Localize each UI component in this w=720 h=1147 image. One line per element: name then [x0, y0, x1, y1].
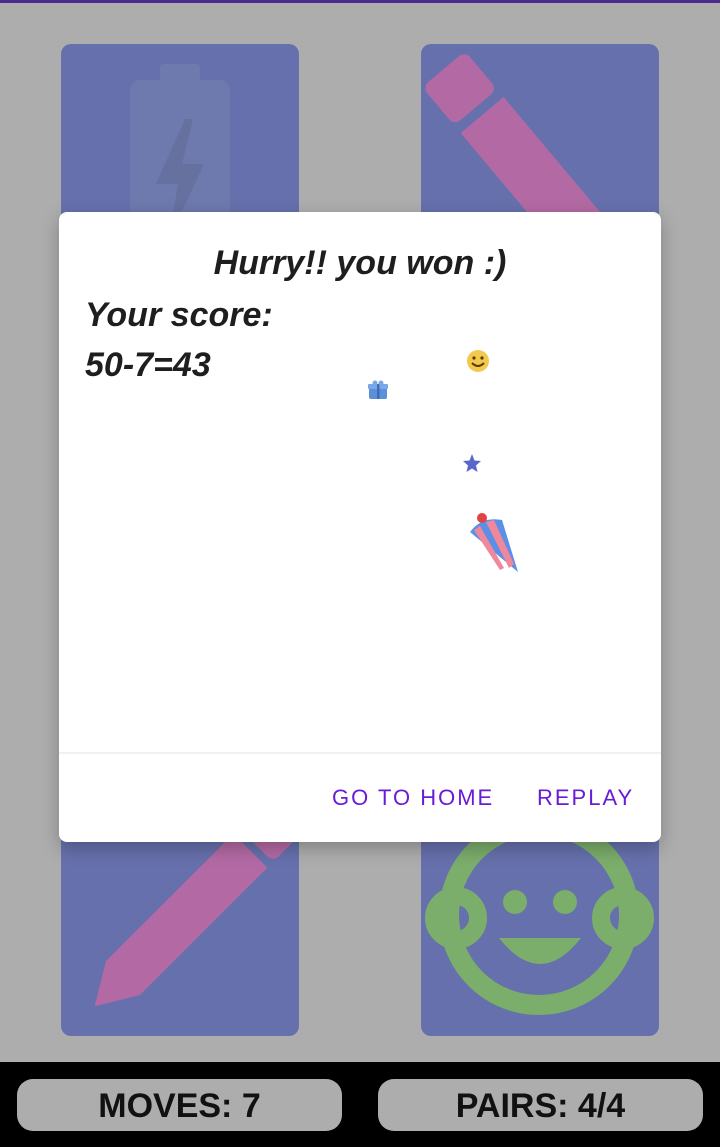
moves-counter: MOVES: 7 — [17, 1079, 342, 1131]
dialog-divider — [59, 752, 661, 754]
star-icon — [463, 454, 481, 472]
replay-button[interactable]: REPLAY — [537, 785, 634, 811]
smile-emoji-icon — [467, 350, 489, 372]
status-bar-accent — [0, 0, 720, 3]
party-popper-icon — [470, 513, 518, 572]
dialog-title: Hurry!! you won :) — [213, 244, 507, 282]
score-label: Your score: — [85, 296, 273, 334]
pairs-counter: PAIRS: 4/4 — [378, 1079, 703, 1131]
score-value: 50-7=43 — [85, 346, 211, 384]
go-to-home-button[interactable]: GO TO HOME — [332, 785, 494, 811]
gift-icon — [368, 380, 388, 399]
